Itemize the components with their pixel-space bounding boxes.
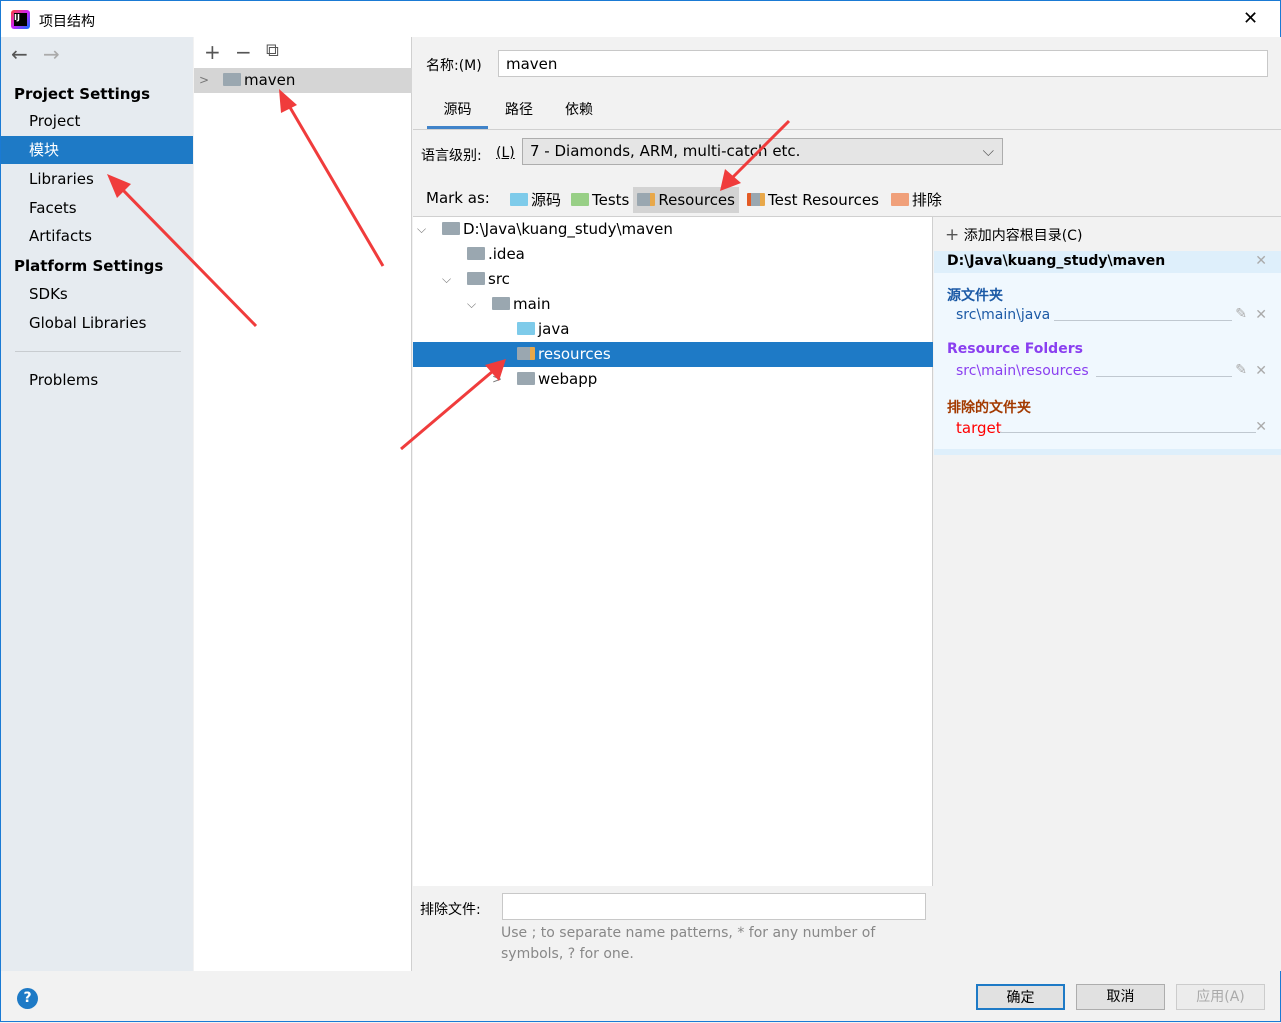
chevron-right-icon[interactable]: > bbox=[199, 68, 209, 93]
excluded-folder-icon bbox=[890, 193, 909, 206]
add-icon[interactable]: + bbox=[204, 40, 221, 64]
exclude-files-input[interactable] bbox=[502, 893, 926, 920]
language-level-value: 7 - Diamonds, ARM, multi-catch etc. bbox=[530, 142, 801, 160]
source-folders-header: 源文件夹 bbox=[947, 288, 1003, 304]
mark-sources-button[interactable]: 源码 bbox=[506, 187, 565, 213]
module-name: maven bbox=[244, 71, 296, 89]
tree-item[interactable]: java bbox=[413, 317, 933, 342]
source-folder-path: src\main\java bbox=[956, 307, 1051, 323]
tree-item-selected[interactable]: resources bbox=[413, 342, 933, 367]
tree-item[interactable]: > webapp bbox=[413, 367, 933, 392]
sidebar-item-libraries[interactable]: Libraries bbox=[1, 165, 193, 193]
title-bar: IJ 项目结构 ✕ bbox=[1, 1, 1280, 37]
sidebar-item-facets[interactable]: Facets bbox=[1, 194, 193, 222]
sidebar-item-problems[interactable]: Problems bbox=[1, 366, 193, 394]
resource-folder-path: src\main\resources bbox=[956, 363, 1089, 379]
name-label: 名称:(M) bbox=[426, 58, 482, 74]
language-level-mnemonic: (L) bbox=[496, 145, 515, 161]
help-icon[interactable]: ? bbox=[17, 988, 38, 1009]
section-platform-settings: Platform Settings bbox=[14, 257, 164, 275]
tree-item[interactable]: ⌵ D:\Java\kuang_study\maven bbox=[413, 217, 933, 242]
mark-as-toolbar: 源码 Tests Resources Test Resources 排除 bbox=[506, 187, 946, 213]
app-logo-icon: IJ bbox=[11, 10, 30, 29]
add-icon: + bbox=[945, 225, 960, 245]
cancel-button[interactable]: 取消 bbox=[1076, 984, 1165, 1010]
sidebar-item-project[interactable]: Project bbox=[1, 107, 193, 135]
source-folder-icon bbox=[510, 193, 528, 206]
content-root-path: D:\Java\kuang_study\maven bbox=[947, 253, 1166, 269]
content-root: D:\Java\kuang_study\maven ✕ 源文件夹 src\mai… bbox=[934, 251, 1281, 455]
remove-excluded-icon[interactable]: ✕ bbox=[1255, 419, 1267, 435]
module-item-maven[interactable]: > maven bbox=[194, 68, 412, 93]
remove-root-icon[interactable]: ✕ bbox=[1255, 253, 1267, 269]
module-folder-icon bbox=[223, 73, 241, 86]
folder-icon bbox=[492, 297, 510, 310]
mark-resources-button[interactable]: Resources bbox=[633, 187, 739, 213]
exclude-files-label: 排除文件: bbox=[420, 902, 481, 918]
add-content-root-button[interactable]: + 添加内容根目录(C) bbox=[945, 225, 1082, 245]
test-resources-folder-icon bbox=[746, 193, 765, 206]
folder-icon bbox=[442, 222, 460, 235]
divider bbox=[15, 351, 181, 352]
resources-folder-icon bbox=[637, 193, 656, 206]
tree-item[interactable]: ⌵ main bbox=[413, 292, 933, 317]
close-icon[interactable]: ✕ bbox=[1243, 8, 1258, 29]
test-folder-icon bbox=[571, 193, 590, 206]
sidebar-item-global-libraries[interactable]: Global Libraries bbox=[1, 309, 193, 337]
sidebar: ← → Project Settings Project 模块 Librarie… bbox=[1, 37, 193, 971]
remove-resource-icon[interactable]: ✕ bbox=[1255, 363, 1267, 379]
sidebar-item-sdks[interactable]: SDKs bbox=[1, 280, 193, 308]
remove-icon[interactable]: − bbox=[235, 40, 252, 64]
window-title: 项目结构 bbox=[39, 14, 95, 30]
mark-test-resources-button[interactable]: Test Resources bbox=[743, 187, 883, 213]
tree-item[interactable]: .idea bbox=[413, 242, 933, 267]
exclude-files-hint: Use ; to separate name patterns, * for a… bbox=[501, 925, 876, 962]
resources-folder-icon bbox=[517, 347, 535, 360]
apply-button[interactable]: 应用(A) bbox=[1176, 984, 1265, 1010]
resource-folders-header: Resource Folders bbox=[947, 341, 1083, 357]
tab-sources[interactable]: 源码 bbox=[427, 99, 488, 129]
ok-button[interactable]: 确定 bbox=[976, 984, 1065, 1010]
mark-as-label: Mark as: bbox=[426, 189, 490, 207]
chevron-down-icon: ⌵ bbox=[982, 142, 994, 160]
folder-icon bbox=[467, 272, 485, 285]
module-list-panel: + − ⧉ > maven bbox=[194, 37, 412, 971]
tree-item[interactable]: ⌵ src bbox=[413, 267, 933, 292]
edit-icon[interactable]: ✎ bbox=[1235, 306, 1247, 322]
edit-icon[interactable]: ✎ bbox=[1235, 362, 1247, 378]
file-tree[interactable]: ⌵ D:\Java\kuang_study\maven .idea ⌵ src ⌵ m… bbox=[413, 217, 933, 886]
folder-icon bbox=[467, 247, 485, 260]
copy-icon[interactable]: ⧉ bbox=[266, 40, 279, 61]
section-project-settings: Project Settings bbox=[14, 85, 151, 103]
language-level-select[interactable]: 7 - Diamonds, ARM, multi-catch etc. ⌵ bbox=[522, 138, 1003, 165]
source-folder-icon bbox=[517, 322, 535, 335]
content-roots-panel: + 添加内容根目录(C) D:\Java\kuang_study\maven ✕… bbox=[934, 217, 1281, 971]
back-icon[interactable]: ← bbox=[11, 42, 28, 66]
remove-source-icon[interactable]: ✕ bbox=[1255, 307, 1267, 323]
excluded-folder-path: target bbox=[956, 419, 1002, 437]
folder-icon bbox=[517, 372, 535, 385]
forward-icon[interactable]: → bbox=[43, 42, 60, 66]
name-input[interactable] bbox=[498, 50, 1268, 77]
sidebar-item-artifacts[interactable]: Artifacts bbox=[1, 222, 193, 250]
tab-paths[interactable]: 路径 bbox=[491, 99, 547, 119]
sidebar-item-modules[interactable]: 模块 bbox=[1, 136, 193, 164]
mark-tests-button[interactable]: Tests bbox=[567, 187, 633, 213]
excluded-folders-header: 排除的文件夹 bbox=[947, 400, 1031, 416]
language-level-label: 语言级别: bbox=[421, 148, 482, 164]
module-details: 名称:(M) 源码 路径 依赖 语言级别: (L) 7 - Diamonds, … bbox=[413, 37, 1281, 971]
divider bbox=[413, 129, 1281, 130]
mark-excluded-button[interactable]: 排除 bbox=[887, 187, 946, 213]
tab-dependencies[interactable]: 依赖 bbox=[551, 99, 607, 119]
